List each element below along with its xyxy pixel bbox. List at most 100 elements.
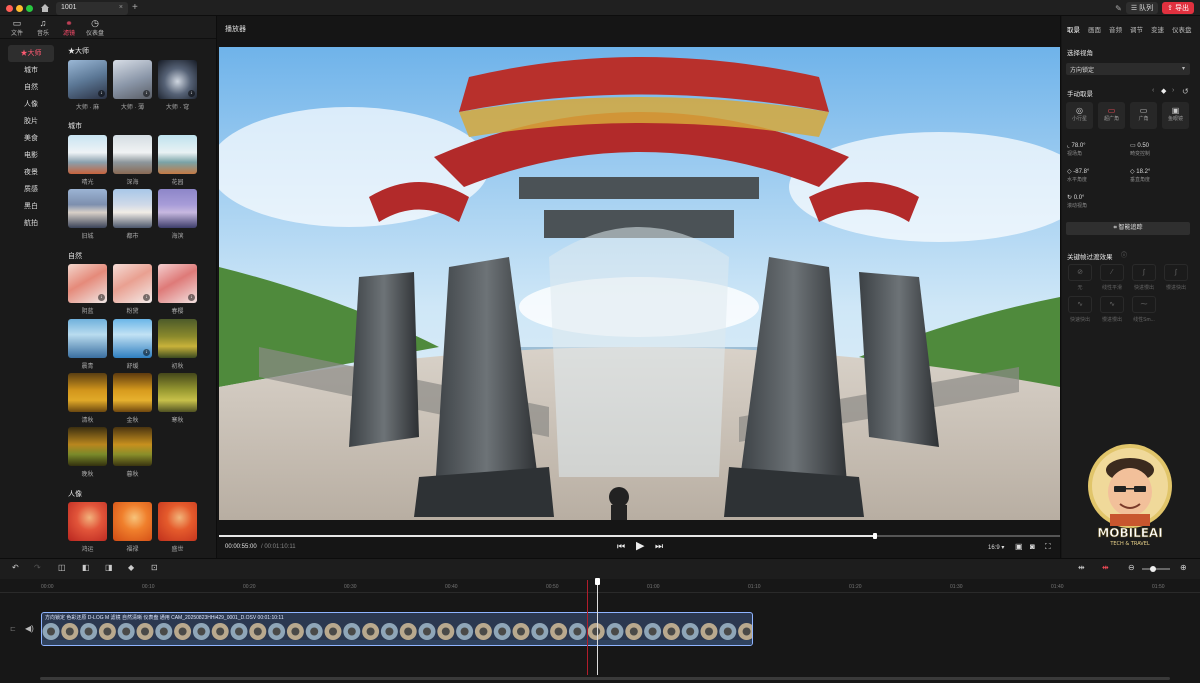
filter-thumb[interactable]: ↓	[113, 60, 152, 99]
new-tab-button[interactable]: +	[132, 2, 138, 13]
ease-linear-smooth[interactable]: ⁓	[1132, 296, 1156, 313]
playhead-handle[interactable]	[595, 578, 600, 585]
download-icon[interactable]: ↓	[188, 294, 195, 301]
split-icon[interactable]: ◫	[58, 563, 66, 572]
ease-slow-fast[interactable]: ∫	[1164, 264, 1188, 281]
time-ruler[interactable]: 00:00 00:10 00:20 00:30 00:40 00:50 01:00 01:10…	[0, 579, 1200, 593]
filter-thumb[interactable]	[68, 319, 107, 358]
ease-fast-fast[interactable]: ∿	[1068, 296, 1092, 313]
download-icon[interactable]: ↓	[143, 294, 150, 301]
redo-icon[interactable]: ↷	[34, 563, 41, 572]
tab-dashboard[interactable]: 仪表盘	[1172, 24, 1192, 34]
chevron-right-icon[interactable]: ›	[1172, 87, 1174, 94]
zoom-slider[interactable]	[1142, 566, 1170, 572]
download-icon[interactable]: ↓	[188, 90, 195, 97]
trim-start-icon[interactable]: ◧	[82, 563, 90, 572]
skip-back-icon[interactable]: ⏮	[617, 541, 625, 552]
playback-progress-bar[interactable]	[219, 535, 1060, 537]
zoom-slider-thumb[interactable]	[1150, 566, 1156, 572]
param-pan[interactable]: ◇ -87.8° 水平角度	[1067, 168, 1089, 183]
view-fisheye[interactable]: ▣ 鱼眼镜	[1162, 102, 1189, 129]
ease-slow-slow[interactable]: ∿	[1100, 296, 1124, 313]
home-icon[interactable]	[40, 3, 50, 13]
magnet-icon[interactable]: ⇹	[1078, 563, 1085, 572]
view-wide[interactable]: ▭ 广角	[1130, 102, 1157, 129]
fullscreen-icon[interactable]: ⛶	[1045, 542, 1051, 552]
download-icon[interactable]: ↓	[143, 90, 150, 97]
trim-end-icon[interactable]: ◨	[105, 563, 113, 572]
filter-thumb[interactable]	[158, 502, 197, 541]
view-ultra-wide[interactable]: ▭ 超广角	[1098, 102, 1125, 129]
category-item[interactable]: 黑白	[8, 198, 54, 215]
minimize-window-button[interactable]	[16, 5, 23, 12]
category-item[interactable]: 质感	[8, 181, 54, 198]
download-icon[interactable]: ↓	[98, 90, 105, 97]
zoom-in-icon[interactable]: ⊕	[1180, 563, 1187, 572]
aspect-ratio-select[interactable]: 16:9 ▾	[988, 544, 1004, 551]
queue-button[interactable]: ☰ 队列	[1125, 2, 1159, 14]
view-tiny-planet[interactable]: ◎ 小行星	[1066, 102, 1093, 129]
view-mode-select[interactable]: 方向锁定 ▾	[1066, 63, 1190, 75]
filter-thumb[interactable]	[113, 502, 152, 541]
download-icon[interactable]: ↓	[143, 349, 150, 356]
tab-framing[interactable]: 取景	[1067, 24, 1080, 34]
filter-thumb[interactable]	[113, 189, 152, 228]
filter-thumb[interactable]	[158, 135, 197, 174]
undo-icon[interactable]: ↶	[12, 563, 19, 572]
tool-file[interactable]: ▭ 文件	[5, 18, 29, 37]
filter-thumb[interactable]	[68, 427, 107, 466]
snapshot-icon[interactable]: ◙	[1030, 542, 1035, 551]
tool-dashboard[interactable]: ◷ 仪表盘	[83, 18, 107, 37]
tab-speed[interactable]: 变速	[1151, 24, 1164, 34]
category-item[interactable]: 航拍	[8, 215, 54, 232]
zoom-out-icon[interactable]: ⊖	[1128, 563, 1135, 572]
filter-thumb[interactable]	[158, 373, 197, 412]
reset-icon[interactable]: ↺	[1182, 87, 1189, 96]
keyframe-diamond-icon[interactable]: ◆	[1161, 87, 1166, 95]
category-item[interactable]: ★大师	[8, 45, 54, 62]
filter-thumb[interactable]	[113, 135, 152, 174]
smart-track-button[interactable]: ⌗ 智能追踪	[1066, 222, 1190, 235]
ease-linear[interactable]: ⁄	[1100, 264, 1124, 281]
tab-adjust[interactable]: 调节	[1130, 24, 1143, 34]
filter-thumb[interactable]	[68, 502, 107, 541]
export-button[interactable]: ⇪ 导出	[1162, 2, 1194, 14]
add-keyframe-icon[interactable]: ◆	[128, 563, 134, 572]
filter-thumb[interactable]	[113, 427, 152, 466]
filter-thumb[interactable]	[158, 189, 197, 228]
play-icon[interactable]: ▶	[636, 539, 644, 552]
filter-thumb[interactable]	[158, 319, 197, 358]
category-item[interactable]: 自然	[8, 79, 54, 96]
help-icon[interactable]: ⓘ	[1121, 250, 1127, 259]
param-distortion[interactable]: ▭ 0.50 畸变控制	[1130, 142, 1150, 157]
video-clip[interactable]: 方向锁定 色彩还原 D-LOG M 滤镜 自然清晰 仪表盘 通用 CAM_202…	[41, 612, 753, 646]
param-tilt[interactable]: ◇ 18.2° 垂直角度	[1130, 168, 1150, 183]
tool-music[interactable]: ♫ 音乐	[31, 18, 55, 37]
vr-view-icon[interactable]: ▣	[1015, 542, 1023, 551]
tool-filter[interactable]: ⚭ 滤镜	[57, 18, 81, 37]
feedback-icon[interactable]: ✎	[1115, 4, 1122, 13]
filter-thumb[interactable]	[113, 373, 152, 412]
filter-thumb[interactable]	[68, 189, 107, 228]
filter-thumb[interactable]: ↓	[113, 264, 152, 303]
focus-target-icon[interactable]: ⊡	[151, 563, 158, 572]
close-window-button[interactable]	[6, 5, 13, 12]
tab-project[interactable]: 1001 ×	[56, 2, 128, 15]
filter-thumb[interactable]: ↓	[158, 264, 197, 303]
skip-forward-icon[interactable]: ⏭	[655, 541, 663, 552]
maximize-window-button[interactable]	[26, 5, 33, 12]
param-roll[interactable]: ↻ 0.0° 滚动视角	[1067, 194, 1087, 209]
playhead[interactable]	[597, 580, 598, 675]
param-fov[interactable]: ⌞ 78.0° 视场角	[1067, 142, 1086, 157]
category-item[interactable]: 胶片	[8, 113, 54, 130]
track-lock-icon[interactable]: ⊏	[10, 625, 16, 633]
filter-thumb[interactable]: ↓	[68, 264, 107, 303]
progress-scrubber[interactable]	[872, 533, 877, 539]
category-item[interactable]: 城市	[8, 62, 54, 79]
category-item[interactable]: 人像	[8, 96, 54, 113]
filter-thumb[interactable]: ↓	[158, 60, 197, 99]
filter-thumb[interactable]	[68, 135, 107, 174]
link-toggle-icon[interactable]: ⇹	[1102, 563, 1109, 572]
tab-audio[interactable]: 音频	[1109, 24, 1122, 34]
filter-thumb[interactable]: ↓	[68, 60, 107, 99]
